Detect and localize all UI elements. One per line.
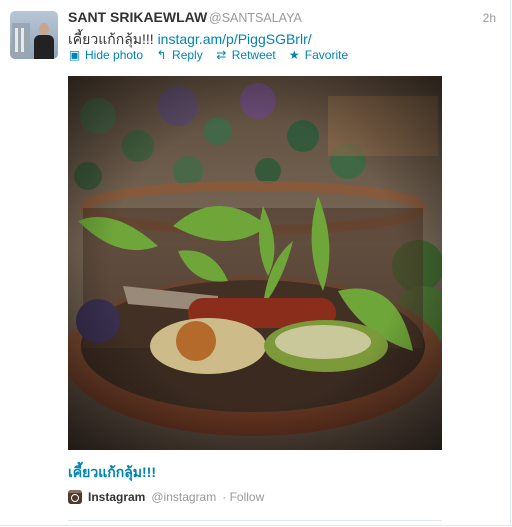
instagram-icon (68, 490, 82, 504)
user-handle[interactable]: @SANTSALAYA (209, 11, 302, 25)
reply-label: Reply (172, 48, 203, 62)
image-icon: ▣ (68, 48, 81, 62)
tweet-photo[interactable] (68, 76, 442, 450)
follow-button[interactable]: · Follow (222, 490, 264, 504)
divider (68, 520, 442, 521)
avatar-person (34, 23, 54, 59)
retweet-icon: ⇄ (216, 48, 227, 62)
tweet-text-body: เคี้ยวแก้กลุ้ม!!! (68, 31, 158, 47)
favorite-button[interactable]: ★ Favorite (288, 48, 348, 62)
hide-photo-button[interactable]: ▣ Hide photo (68, 48, 143, 62)
tweet-container: SANT SRIKAEWLAW @SANTSALAYA 2h เคี้ยวแก้… (0, 0, 511, 526)
star-icon: ★ (288, 48, 300, 62)
avatar[interactable] (10, 11, 58, 59)
reply-icon: ↰ (156, 48, 167, 62)
reply-button[interactable]: ↰ Reply (155, 48, 203, 62)
tweet-actions: ▣ Hide photo ↰ Reply ⇄ Retweet ★ Favorit… (68, 48, 348, 62)
source-name[interactable]: Instagram (88, 490, 145, 504)
tweet-timestamp[interactable]: 2h (483, 11, 496, 25)
source-handle[interactable]: @instagram (151, 490, 216, 504)
retweet-label: Retweet (231, 48, 276, 62)
media-caption[interactable]: เคี้ยวแก้กลุ้ม!!! (68, 462, 156, 484)
hide-photo-label: Hide photo (85, 48, 144, 62)
tweet-link[interactable]: instagr.am/p/PiggSGBrlr/ (158, 31, 312, 47)
retweet-button[interactable]: ⇄ Retweet (215, 48, 276, 62)
favorite-label: Favorite (304, 48, 349, 62)
media-source: Instagram @instagram · Follow (68, 490, 264, 504)
photo-image (68, 76, 442, 450)
user-name[interactable]: SANT SRIKAEWLAW (68, 9, 207, 25)
avatar-building (12, 23, 30, 57)
